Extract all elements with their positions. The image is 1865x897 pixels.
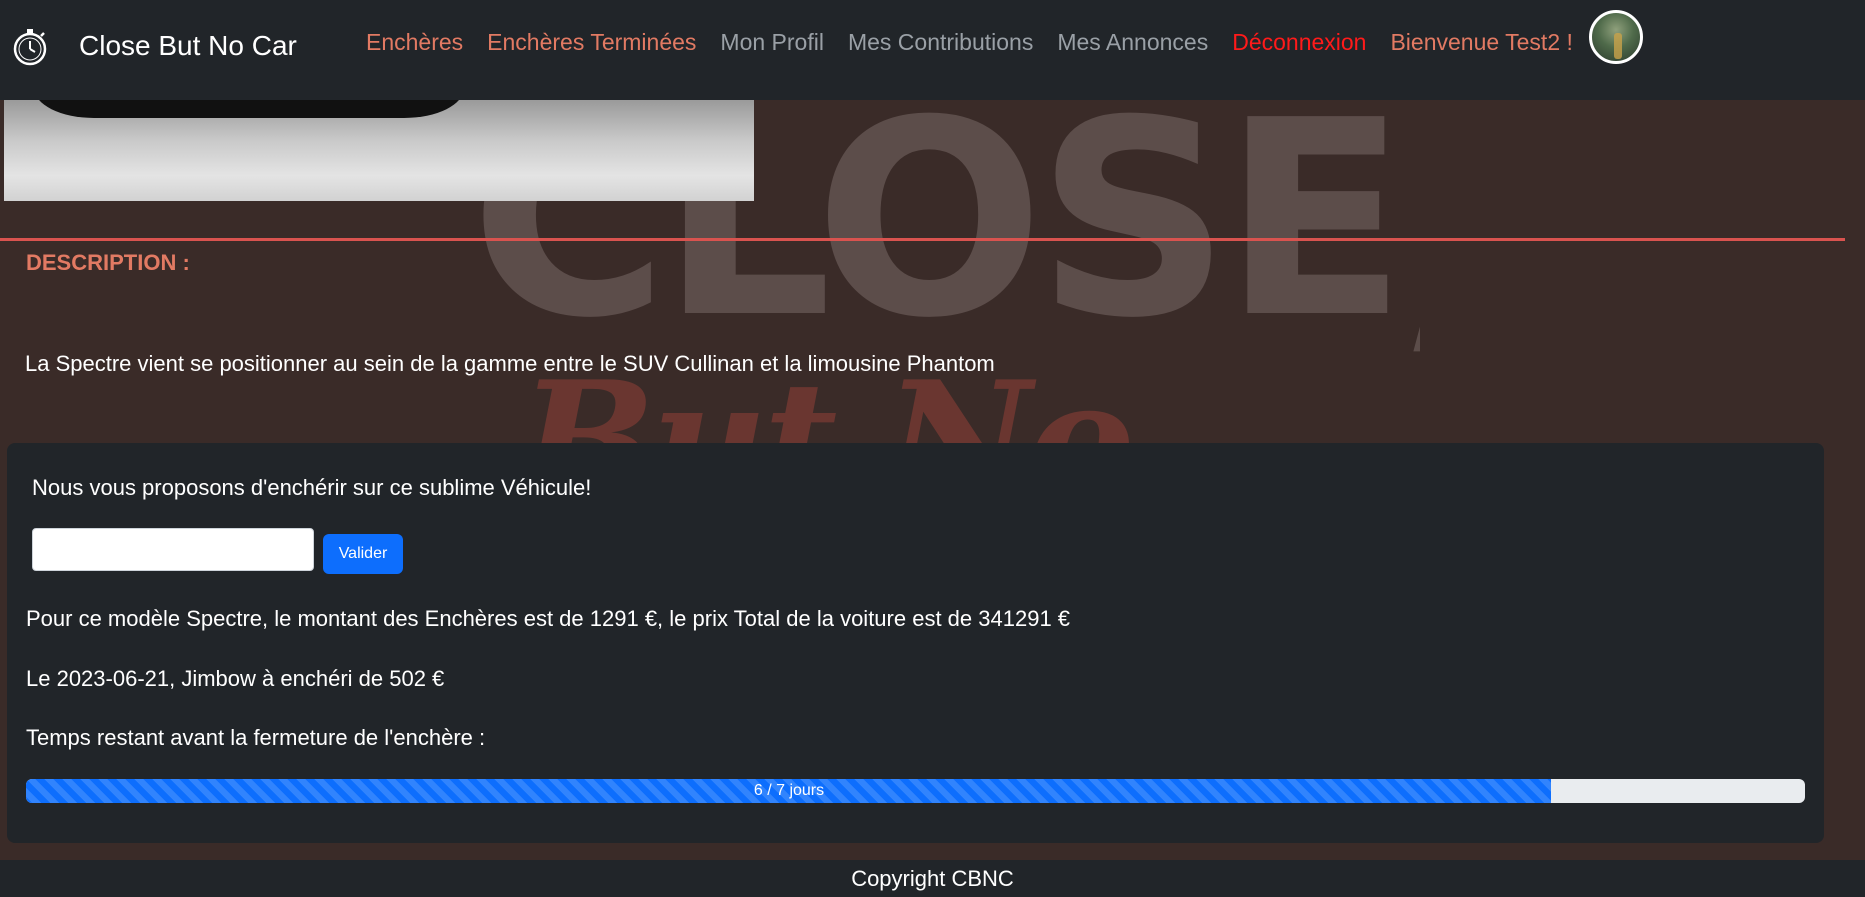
description-heading: DESCRIPTION : — [26, 250, 190, 275]
car-tire-shadow — [34, 100, 464, 118]
nav-link-mes-annonces[interactable]: Mes Annonces — [1045, 29, 1220, 56]
description-text: La Spectre vient se positionner au sein … — [25, 351, 995, 376]
time-remaining-label: Temps restant avant la fermeture de l'en… — [26, 725, 486, 750]
validate-button[interactable]: Valider — [323, 534, 403, 574]
bid-intro-text: Nous vous proposons d'enchérir sur ce su… — [32, 475, 592, 500]
progress-label: 6 / 7 jours — [753, 782, 825, 799]
nav-link-mon-profil[interactable]: Mon Profil — [708, 29, 836, 56]
bid-card: Nous vous proposons d'enchérir sur ce su… — [7, 443, 1824, 843]
bid-summary-text: Pour ce modèle Spectre, le montant des E… — [26, 606, 1071, 631]
nav-link-encheres[interactable]: Enchères — [354, 29, 475, 56]
avatar[interactable] — [1588, 10, 1643, 64]
nav-link-mes-contributions[interactable]: Mes Contributions — [836, 29, 1045, 56]
nav-links: Enchères Enchères Terminées Mon Profil M… — [354, 10, 1643, 64]
time-remaining-progress: 6 / 7 jours — [26, 779, 1805, 803]
bid-amount-input[interactable] — [32, 528, 314, 571]
stopwatch-icon[interactable] — [10, 27, 50, 67]
section-divider — [0, 238, 1845, 241]
nav-welcome-user[interactable]: Bienvenue Test2 ! — [1378, 29, 1584, 56]
nav-link-deconnexion[interactable]: Déconnexion — [1220, 29, 1378, 56]
copyright-text: Copyright CBNC — [851, 866, 1014, 891]
nav-link-encheres-terminees[interactable]: Enchères Terminées — [475, 29, 708, 56]
footer: Copyright CBNC — [0, 860, 1865, 897]
last-bid-text: Le 2023-06-21, Jimbow à enchéri de 502 € — [26, 666, 445, 691]
car-photo — [4, 100, 754, 201]
brand-name[interactable]: Close But No Car — [79, 30, 297, 62]
navbar: Close But No Car Enchères Enchères Termi… — [0, 0, 1865, 100]
